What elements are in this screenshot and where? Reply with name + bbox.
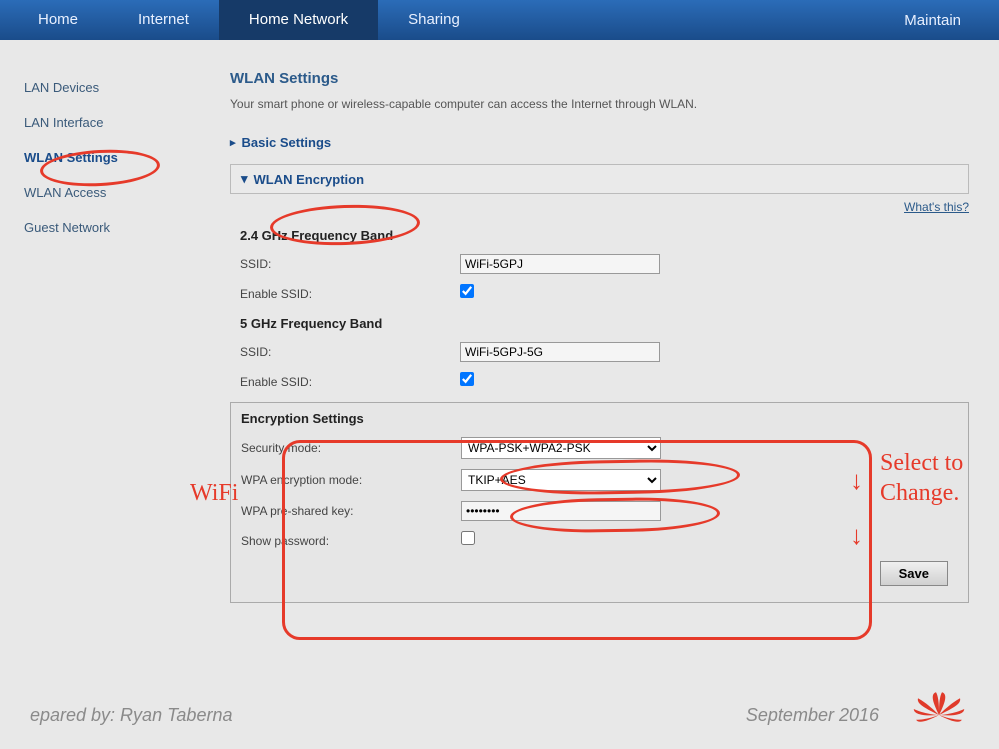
- sidebar-item-wlan-access[interactable]: WLAN Access: [20, 175, 200, 210]
- tab-internet[interactable]: Internet: [108, 0, 219, 40]
- main-layout: LAN Devices LAN Interface WLAN Settings …: [0, 40, 999, 619]
- wlan-encryption-label: WLAN Encryption: [254, 172, 365, 187]
- wpa-mode-select[interactable]: TKIP+AES: [461, 469, 661, 491]
- caret-down-icon: ▾: [241, 171, 248, 187]
- sidebar-item-guest-network[interactable]: Guest Network: [20, 210, 200, 245]
- band-24-title: 2.4 GHz Frequency Band: [240, 228, 969, 243]
- prepared-by: epared by: Ryan Taberna: [30, 705, 232, 726]
- sidebar-item-lan-interface[interactable]: LAN Interface: [20, 105, 200, 140]
- top-nav: Home Internet Home Network Sharing Maint…: [0, 0, 999, 40]
- row-24-ssid: SSID:: [230, 249, 969, 279]
- router-admin-page: Home Internet Home Network Sharing Maint…: [0, 0, 999, 749]
- row-5-enable: Enable SSID:: [230, 367, 969, 396]
- basic-settings-toggle[interactable]: ▸ Basic Settings: [230, 127, 969, 158]
- wpa-mode-label: WPA encryption mode:: [241, 473, 461, 487]
- security-mode-label: Security mode:: [241, 441, 461, 455]
- page-title: WLAN Settings: [230, 70, 969, 87]
- main-panel: WLAN Settings Your smart phone or wirele…: [220, 70, 979, 609]
- footer-date: September 2016: [746, 705, 879, 726]
- huawei-logo-icon: [909, 691, 969, 739]
- encryption-settings-title: Encryption Settings: [241, 411, 968, 426]
- sidebar-item-wlan-settings[interactable]: WLAN Settings: [20, 140, 200, 175]
- ssid-24-label: SSID:: [240, 257, 460, 271]
- whats-this-link[interactable]: What's this?: [230, 194, 969, 220]
- psk-input[interactable]: [461, 501, 661, 521]
- enable-ssid-24-label: Enable SSID:: [240, 287, 460, 301]
- row-security-mode: Security mode: WPA-PSK+WPA2-PSK: [231, 432, 968, 464]
- maintain-link[interactable]: Maintain: [874, 12, 991, 29]
- row-wpa-mode: WPA encryption mode: TKIP+AES: [231, 464, 968, 496]
- ssid-24-input[interactable]: [460, 254, 660, 274]
- tab-home-network[interactable]: Home Network: [219, 0, 378, 40]
- security-mode-select[interactable]: WPA-PSK+WPA2-PSK: [461, 437, 661, 459]
- caret-right-icon: ▸: [230, 136, 236, 149]
- enable-ssid-5-label: Enable SSID:: [240, 375, 460, 389]
- tab-home[interactable]: Home: [8, 0, 108, 40]
- row-24-enable: Enable SSID:: [230, 279, 969, 308]
- ssid-5-label: SSID:: [240, 345, 460, 359]
- footer: epared by: Ryan Taberna September 2016: [0, 687, 999, 743]
- row-5-ssid: SSID:: [230, 337, 969, 367]
- save-button[interactable]: Save: [880, 561, 948, 586]
- basic-settings-label: Basic Settings: [242, 135, 332, 150]
- band-5-title: 5 GHz Frequency Band: [240, 316, 969, 331]
- sidebar-item-lan-devices[interactable]: LAN Devices: [20, 70, 200, 105]
- page-description: Your smart phone or wireless-capable com…: [230, 97, 969, 111]
- row-show-password: Show password:: [231, 526, 968, 555]
- show-password-label: Show password:: [241, 534, 461, 548]
- encryption-settings-box: Encryption Settings Security mode: WPA-P…: [230, 402, 969, 603]
- enable-ssid-24-checkbox[interactable]: [460, 284, 474, 298]
- psk-label: WPA pre-shared key:: [241, 504, 461, 518]
- ssid-5-input[interactable]: [460, 342, 660, 362]
- row-psk: WPA pre-shared key:: [231, 496, 968, 526]
- sidebar: LAN Devices LAN Interface WLAN Settings …: [20, 70, 220, 609]
- wlan-encryption-header[interactable]: ▾ WLAN Encryption: [230, 164, 969, 194]
- show-password-checkbox[interactable]: [461, 531, 475, 545]
- enable-ssid-5-checkbox[interactable]: [460, 372, 474, 386]
- tab-sharing[interactable]: Sharing: [378, 0, 490, 40]
